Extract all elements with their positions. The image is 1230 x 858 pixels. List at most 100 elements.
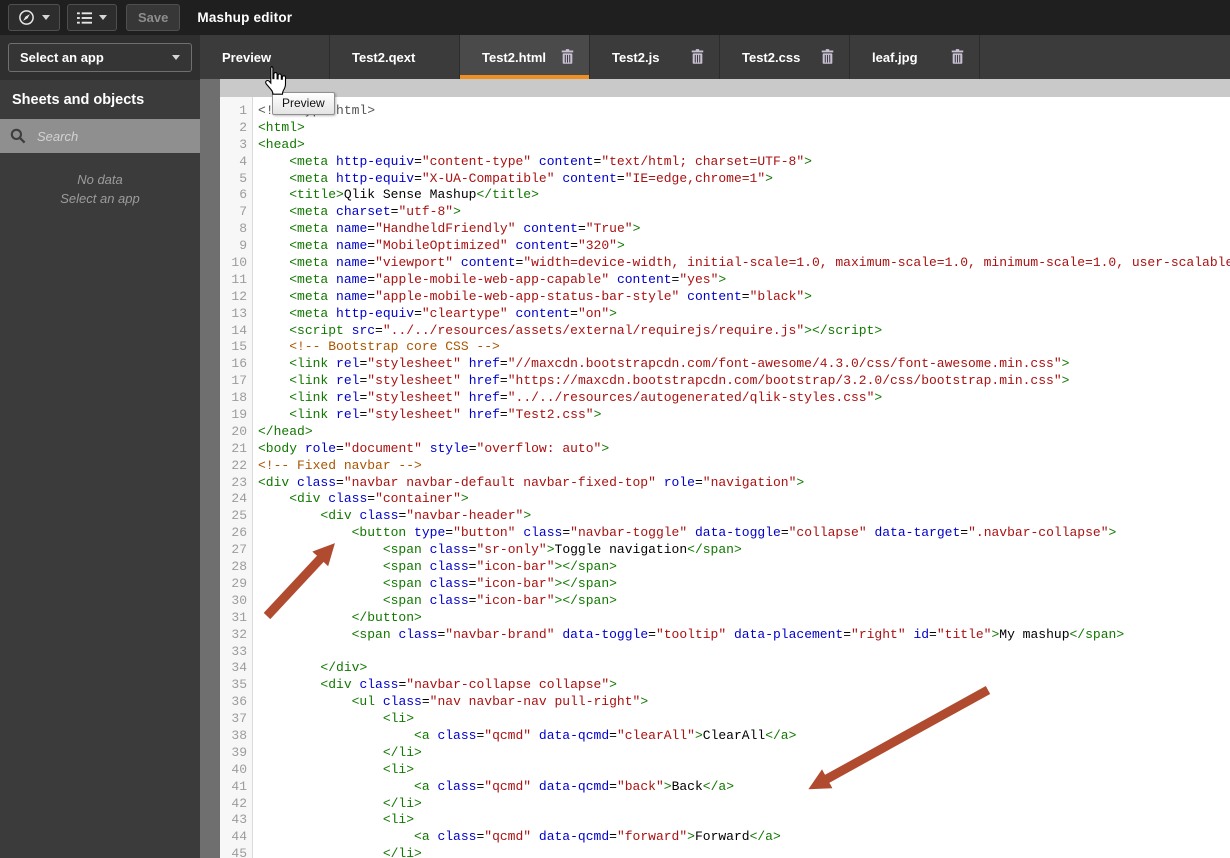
code-line[interactable]: <ul class="nav navbar-nav pull-right"> <box>258 694 1230 711</box>
code-line[interactable] <box>258 644 1230 661</box>
code-line[interactable]: <meta name="apple-mobile-web-app-capable… <box>258 272 1230 289</box>
code-line[interactable]: <link rel="stylesheet" href="Test2.css"> <box>258 407 1230 424</box>
app-navigation-menu-button[interactable] <box>8 4 60 31</box>
tab-label: Test2.qext <box>352 49 416 65</box>
code-line[interactable]: <a class="qcmd" data-qcmd="forward">Forw… <box>258 829 1230 846</box>
line-number: 8 <box>239 221 247 237</box>
line-number: 15 <box>231 339 247 355</box>
line-number: 29 <box>231 575 247 591</box>
code-line[interactable]: <link rel="stylesheet" href="https://max… <box>258 373 1230 390</box>
line-number: 25 <box>231 508 247 524</box>
line-number: 20 <box>231 423 247 439</box>
tab-label: leaf.jpg <box>872 49 918 65</box>
tab-label: Preview <box>222 49 272 65</box>
line-number: 44 <box>231 829 247 845</box>
line-number: 18 <box>231 390 247 406</box>
code-line[interactable]: <a class="qcmd" data-qcmd="clearAll">Cle… <box>258 728 1230 745</box>
code-line[interactable]: <div class="navbar-collapse collapse"> <box>258 677 1230 694</box>
code-line[interactable]: <html> <box>258 120 1230 137</box>
code-line[interactable]: <body role="document" style="overflow: a… <box>258 441 1230 458</box>
line-number: 22 <box>231 457 247 473</box>
line-number: 28 <box>231 559 247 575</box>
line-number: 34 <box>231 660 247 676</box>
code-line[interactable]: </li> <box>258 796 1230 813</box>
line-number: 4 <box>239 153 247 169</box>
code-line[interactable]: <head> <box>258 137 1230 154</box>
list-icon <box>77 11 92 24</box>
trash-icon[interactable] <box>821 49 834 64</box>
save-button[interactable]: Save <box>126 4 181 31</box>
line-number: 11 <box>231 271 247 287</box>
code-line[interactable]: </div> <box>258 660 1230 677</box>
code-line[interactable]: <meta name="HandheldFriendly" content="T… <box>258 221 1230 238</box>
tab-test2-qext[interactable]: Test2.qext <box>330 35 460 79</box>
editor-top-band <box>220 79 1230 97</box>
line-number-gutter: 1 2 3 4 5 6 7 8 9 10 11 12 13 14 15 16 17 18 19 20 21 22 23 24 2… <box>220 97 253 858</box>
code-line[interactable]: <li> <box>258 711 1230 728</box>
code-line[interactable]: <span class="icon-bar"></span> <box>258 593 1230 610</box>
code-line[interactable]: <button type="button" class="navbar-togg… <box>258 525 1230 542</box>
trash-icon[interactable] <box>561 49 574 64</box>
code-line[interactable]: <link rel="stylesheet" href="//maxcdn.bo… <box>258 356 1230 373</box>
code-line[interactable]: <span class="icon-bar"></span> <box>258 576 1230 593</box>
code-line[interactable]: <meta name="MobileOptimized" content="32… <box>258 238 1230 255</box>
code-line[interactable]: <script src="../../resources/assets/exte… <box>258 323 1230 340</box>
code-line[interactable]: </li> <box>258 846 1230 858</box>
code-editor[interactable]: 1 2 3 4 5 6 7 8 9 10 11 12 13 14 15 16 17 18 19 20 21 22 23 24 2… <box>220 97 1230 858</box>
line-number: 5 <box>239 170 247 186</box>
code-line[interactable]: <div class="navbar navbar-default navbar… <box>258 475 1230 492</box>
tab-leaf-jpg[interactable]: leaf.jpg <box>850 35 980 79</box>
line-number: 36 <box>231 694 247 710</box>
chevron-down-icon <box>42 15 50 20</box>
code-line[interactable]: <span class="navbar-brand" data-toggle="… <box>258 627 1230 644</box>
code-line[interactable]: <a class="qcmd" data-qcmd="back">Back</a… <box>258 779 1230 796</box>
sidebar-splitter[interactable] <box>200 79 220 858</box>
code-line[interactable]: <meta http-equiv="cleartype" content="on… <box>258 306 1230 323</box>
tab-preview[interactable]: Preview <box>200 35 330 79</box>
code-line[interactable]: <span class="icon-bar"></span> <box>258 559 1230 576</box>
code-line[interactable]: </button> <box>258 610 1230 627</box>
mashup-editor-window: Save Mashup editor Select an app Sheets … <box>0 0 1230 858</box>
trash-icon[interactable] <box>951 49 964 64</box>
tab-label: Test2.js <box>612 49 660 65</box>
code-line[interactable]: <link rel="stylesheet" href="../../resou… <box>258 390 1230 407</box>
trash-icon[interactable] <box>691 49 704 64</box>
code-line[interactable]: <meta name="apple-mobile-web-app-status-… <box>258 289 1230 306</box>
code-line[interactable]: <meta http-equiv="X-UA-Compatible" conte… <box>258 171 1230 188</box>
line-number: 43 <box>231 812 247 828</box>
code-line[interactable]: <li> <box>258 812 1230 829</box>
line-number: 7 <box>239 204 247 220</box>
line-number: 2 <box>239 119 247 135</box>
select-app-label: Select an app <box>20 50 104 65</box>
code-line[interactable]: <!doctype html> <box>258 103 1230 120</box>
empty-state-line1: No data <box>77 172 123 187</box>
code-line[interactable]: <span class="sr-only">Toggle navigation<… <box>258 542 1230 559</box>
code-line[interactable]: <div class="navbar-header"> <box>258 508 1230 525</box>
code-line[interactable]: <li> <box>258 762 1230 779</box>
tab-label: Test2.css <box>742 49 801 65</box>
select-app-dropdown[interactable]: Select an app <box>8 43 192 72</box>
preview-tooltip: Preview <box>272 92 335 115</box>
line-number: 30 <box>231 592 247 608</box>
code-line[interactable]: </li> <box>258 745 1230 762</box>
code-line[interactable]: <!-- Fixed navbar --> <box>258 458 1230 475</box>
code-line[interactable]: <title>Qlik Sense Mashup</title> <box>258 187 1230 204</box>
sheets-objects-heading: Sheets and objects <box>12 92 145 108</box>
tab-test2-html[interactable]: Test2.html <box>460 35 590 79</box>
code-line[interactable]: <meta name="viewport" content="width=dev… <box>258 255 1230 272</box>
line-number: 24 <box>231 491 247 507</box>
view-options-menu-button[interactable] <box>67 4 117 31</box>
code-line[interactable]: </head> <box>258 424 1230 441</box>
code-line[interactable]: <!-- Bootstrap core CSS --> <box>258 339 1230 356</box>
tab-test2-css[interactable]: Test2.css <box>720 35 850 79</box>
line-number: 1 <box>239 103 247 118</box>
line-number: 27 <box>231 542 247 558</box>
tab-test2-js[interactable]: Test2.js <box>590 35 720 79</box>
code-area[interactable]: <!doctype html><html><head> <meta http-e… <box>253 97 1230 858</box>
search-input[interactable] <box>35 127 179 145</box>
code-line[interactable]: <meta http-equiv="content-type" content=… <box>258 154 1230 171</box>
chevron-down-icon <box>99 15 107 20</box>
code-line[interactable]: <div class="container"> <box>258 491 1230 508</box>
top-bar: Save Mashup editor <box>0 0 1230 35</box>
code-line[interactable]: <meta charset="utf-8"> <box>258 204 1230 221</box>
